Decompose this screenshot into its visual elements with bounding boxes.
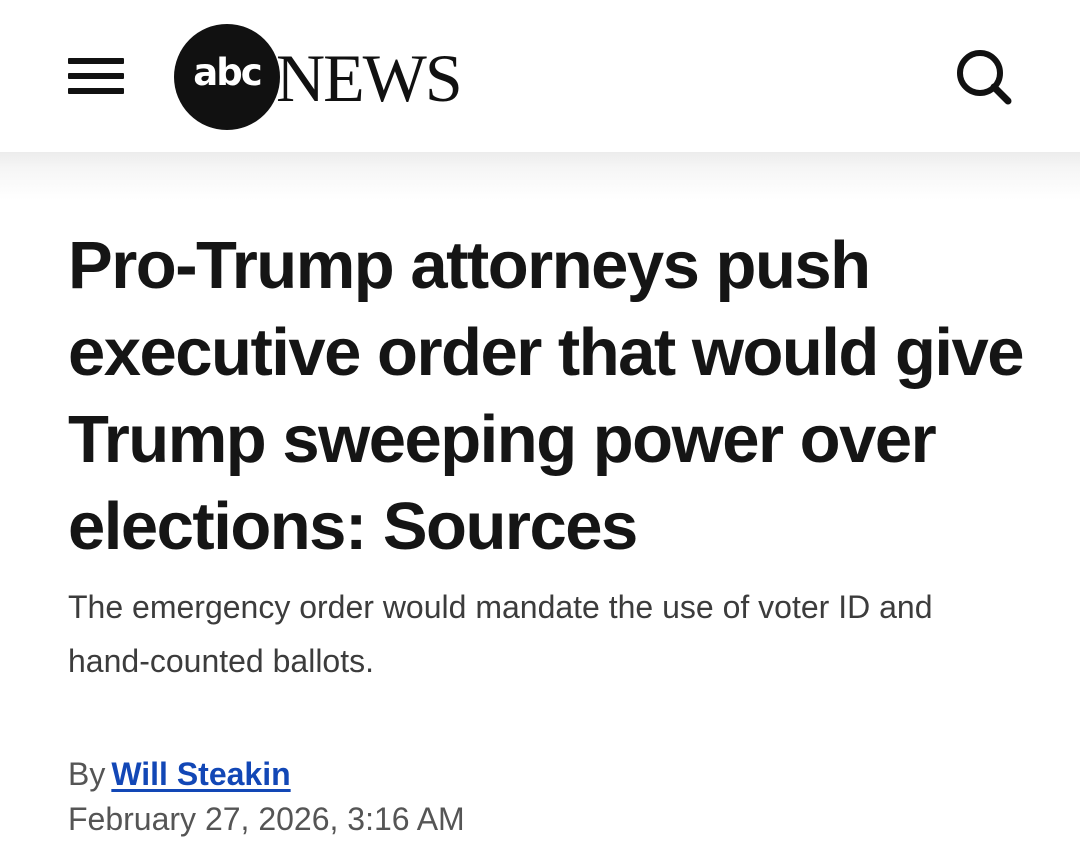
hamburger-menu-icon[interactable] [64,50,128,102]
abc-news-logo[interactable]: abc NEWS [174,24,484,130]
header-shadow [0,152,1080,200]
menu-bar-middle [68,73,124,79]
byline: By Will Steakin [68,752,291,796]
menu-bar-top [68,58,124,64]
article-subheadline: The emergency order would mandate the us… [68,589,933,679]
site-header: abc NEWS [0,0,1080,152]
abc-logo-text: abc [193,51,262,94]
publish-date: February 27, 2026, 3:16 AM [68,801,465,837]
article-headline: Pro-Trump attorneys push executive order… [68,228,1025,564]
news-logo-text: NEWS [276,40,463,116]
abc-logo-circle: abc [174,24,280,130]
byline-prefix: By [68,756,106,792]
author-link[interactable]: Will Steakin [111,756,290,792]
menu-bar-bottom [68,88,124,94]
search-icon[interactable] [950,44,1016,110]
